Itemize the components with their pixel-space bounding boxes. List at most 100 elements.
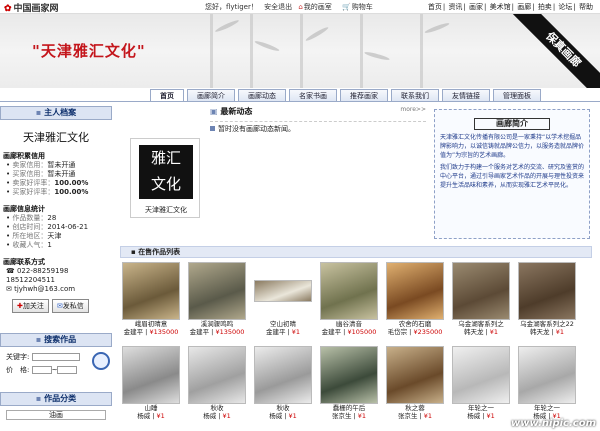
artwork-title[interactable]: 幽谷清音: [318, 320, 380, 328]
artwork-thumbnail[interactable]: [188, 262, 246, 320]
bullet-icon: ▪: [35, 108, 45, 117]
nav-museum[interactable]: 美术馆: [490, 3, 511, 11]
bamboo-stalk: [300, 14, 303, 88]
artist-name[interactable]: 杨威: [137, 412, 150, 420]
artwork-thumbnail[interactable]: [518, 262, 576, 320]
price-min-input[interactable]: [31, 366, 52, 374]
artwork-title[interactable]: 蠢栅的午后: [318, 404, 380, 412]
artist-name[interactable]: 杨威: [203, 412, 216, 420]
nav-artists[interactable]: 画家: [469, 3, 483, 11]
artwork-thumbnail[interactable]: [452, 262, 510, 320]
keyword-label: 关键字:: [6, 353, 30, 361]
site-logo[interactable]: ✿ 中国画家网: [4, 1, 59, 14]
artist-name[interactable]: 张京生: [332, 412, 352, 420]
cart-link[interactable]: 🛒购物车: [342, 3, 377, 11]
artwork-card[interactable]: 蠢栅的午后 张京生 | ¥1: [318, 346, 380, 420]
artwork-price: 杨威 | ¥1: [203, 412, 231, 420]
nav-forum[interactable]: 论坛: [558, 3, 572, 11]
artwork-thumbnail[interactable]: [254, 346, 312, 404]
artwork-card[interactable]: 乌金湖客系列之 韩天龙 | ¥1: [450, 262, 512, 336]
artwork-title[interactable]: 峨眉初晴意: [120, 320, 182, 328]
artwork-card[interactable]: 农舍的石磨 毛岱宗 | ¥235000: [384, 262, 446, 336]
user-links: 您好，flytiger！ 安全退出 ⌂我的画室 🛒购物车: [205, 2, 381, 12]
credit-key: 买家好评率：: [12, 188, 55, 196]
my-gallery-link[interactable]: ⌂我的画室: [298, 3, 335, 11]
artwork-card[interactable]: 年轮之一 杨威 | ¥1: [450, 346, 512, 420]
price-value: ¥1: [489, 328, 499, 336]
artist-name[interactable]: 韩天龙: [530, 328, 550, 336]
credit-value: 暂未开通: [47, 161, 76, 169]
artwork-card[interactable]: 峨眉初晴意 金建平 | ¥135000: [120, 262, 182, 336]
sidebar-actions: ✚加关注 ✉发私信: [12, 299, 112, 313]
news-more-link[interactable]: more>>: [400, 106, 426, 113]
artwork-title[interactable]: 农舍的石磨: [384, 320, 446, 328]
artwork-card[interactable]: 空山初晴 金建平 | ¥1: [252, 262, 314, 336]
price-label: 价 格:: [6, 366, 30, 374]
news-header: ▣ 最新动态: [210, 106, 426, 117]
nav-auction[interactable]: 拍卖: [538, 3, 552, 11]
intro-title: 画廊简介: [474, 118, 550, 130]
greeting-text: 您好，flytiger！: [205, 3, 258, 11]
artwork-title[interactable]: 溪涧骤鸣鸣: [186, 320, 248, 328]
nav-home[interactable]: 首页: [428, 3, 442, 11]
artwork-thumbnail[interactable]: [386, 346, 444, 404]
artwork-title[interactable]: 年轮之一: [450, 404, 512, 412]
search-icon[interactable]: [92, 352, 110, 370]
artwork-thumbnail[interactable]: [188, 346, 246, 404]
artwork-thumbnail[interactable]: [320, 346, 378, 404]
artwork-card[interactable]: 秋收 杨威 | ¥1: [186, 346, 248, 420]
nav-help[interactable]: 帮助: [579, 3, 593, 11]
artwork-title[interactable]: 乌金湖客系列之22: [516, 320, 578, 328]
artwork-title[interactable]: 年轮之一: [516, 404, 578, 412]
artwork-thumbnail[interactable]: [452, 346, 510, 404]
category-item-oil[interactable]: 油画: [6, 410, 106, 420]
artwork-title[interactable]: 山睡: [120, 404, 182, 412]
contact-email[interactable]: ✉ tjyhwh@163.com: [0, 285, 112, 294]
artwork-card[interactable]: 秋收 杨威 | ¥1: [252, 346, 314, 420]
artwork-title[interactable]: 乌金湖客系列之: [450, 320, 512, 328]
artwork-thumbnail[interactable]: [320, 262, 378, 320]
artwork-title[interactable]: 秋之蓉: [384, 404, 446, 412]
artwork-thumbnail[interactable]: [518, 346, 576, 404]
profile-header: ▪ 主人档案: [0, 106, 112, 120]
artwork-thumbnail[interactable]: [254, 280, 312, 302]
bullet-icon: ▪: [35, 335, 45, 344]
gallery-avatar[interactable]: 雅汇文化 天津雅汇文化: [130, 138, 200, 218]
info-value: 1: [47, 241, 52, 249]
artist-name[interactable]: 杨威: [467, 412, 480, 420]
artist-name[interactable]: 杨威: [269, 412, 282, 420]
keyword-input[interactable]: [31, 353, 80, 361]
artwork-title[interactable]: 秋收: [252, 404, 314, 412]
artwork-thumbnail[interactable]: [386, 262, 444, 320]
price-value: ¥135000: [149, 328, 179, 336]
price-max-input[interactable]: [57, 366, 78, 374]
follow-button[interactable]: ✚加关注: [12, 299, 49, 313]
artist-name[interactable]: 毛岱宗: [388, 328, 408, 336]
artist-name[interactable]: 张京生: [398, 412, 418, 420]
artwork-price: 毛岱宗 | ¥235000: [387, 328, 443, 336]
bamboo-leaf: [424, 21, 450, 35]
logout-link[interactable]: 安全退出: [264, 3, 292, 11]
artist-name[interactable]: 金建平: [124, 328, 144, 336]
artwork-card[interactable]: 溪涧骤鸣鸣 金建平 | ¥135000: [186, 262, 248, 336]
artwork-card[interactable]: 年轮之一 杨威 | ¥1: [516, 346, 578, 420]
artwork-thumbnail[interactable]: [122, 346, 180, 404]
artist-name[interactable]: 金建平: [322, 328, 342, 336]
top-bar: ✿ 中国画家网 您好，flytiger！ 安全退出 ⌂我的画室 🛒购物车 首页| …: [0, 0, 600, 14]
artist-name[interactable]: 金建平: [266, 328, 286, 336]
artwork-card[interactable]: 秋之蓉 张京生 | ¥1: [384, 346, 446, 420]
artwork-thumbnail[interactable]: [122, 262, 180, 320]
news-title: 最新动态: [220, 107, 253, 116]
artwork-price: 金建平 | ¥135000: [189, 328, 245, 336]
artwork-card[interactable]: 乌金湖客系列之22 韩天龙 | ¥1: [516, 262, 578, 336]
artwork-title[interactable]: 秋收: [186, 404, 248, 412]
artist-name[interactable]: 韩天龙: [464, 328, 484, 336]
nav-news[interactable]: 资讯: [448, 3, 462, 11]
avatar-caption: 天津雅汇文化: [145, 206, 187, 214]
nav-gallery[interactable]: 画廊: [517, 3, 531, 11]
artwork-title[interactable]: 空山初晴: [252, 320, 314, 328]
message-button[interactable]: ✉发私信: [51, 299, 89, 313]
artwork-card[interactable]: 幽谷清音 金建平 | ¥105000: [318, 262, 380, 336]
artwork-card[interactable]: 山睡 杨威 | ¥1: [120, 346, 182, 420]
artist-name[interactable]: 金建平: [190, 328, 210, 336]
